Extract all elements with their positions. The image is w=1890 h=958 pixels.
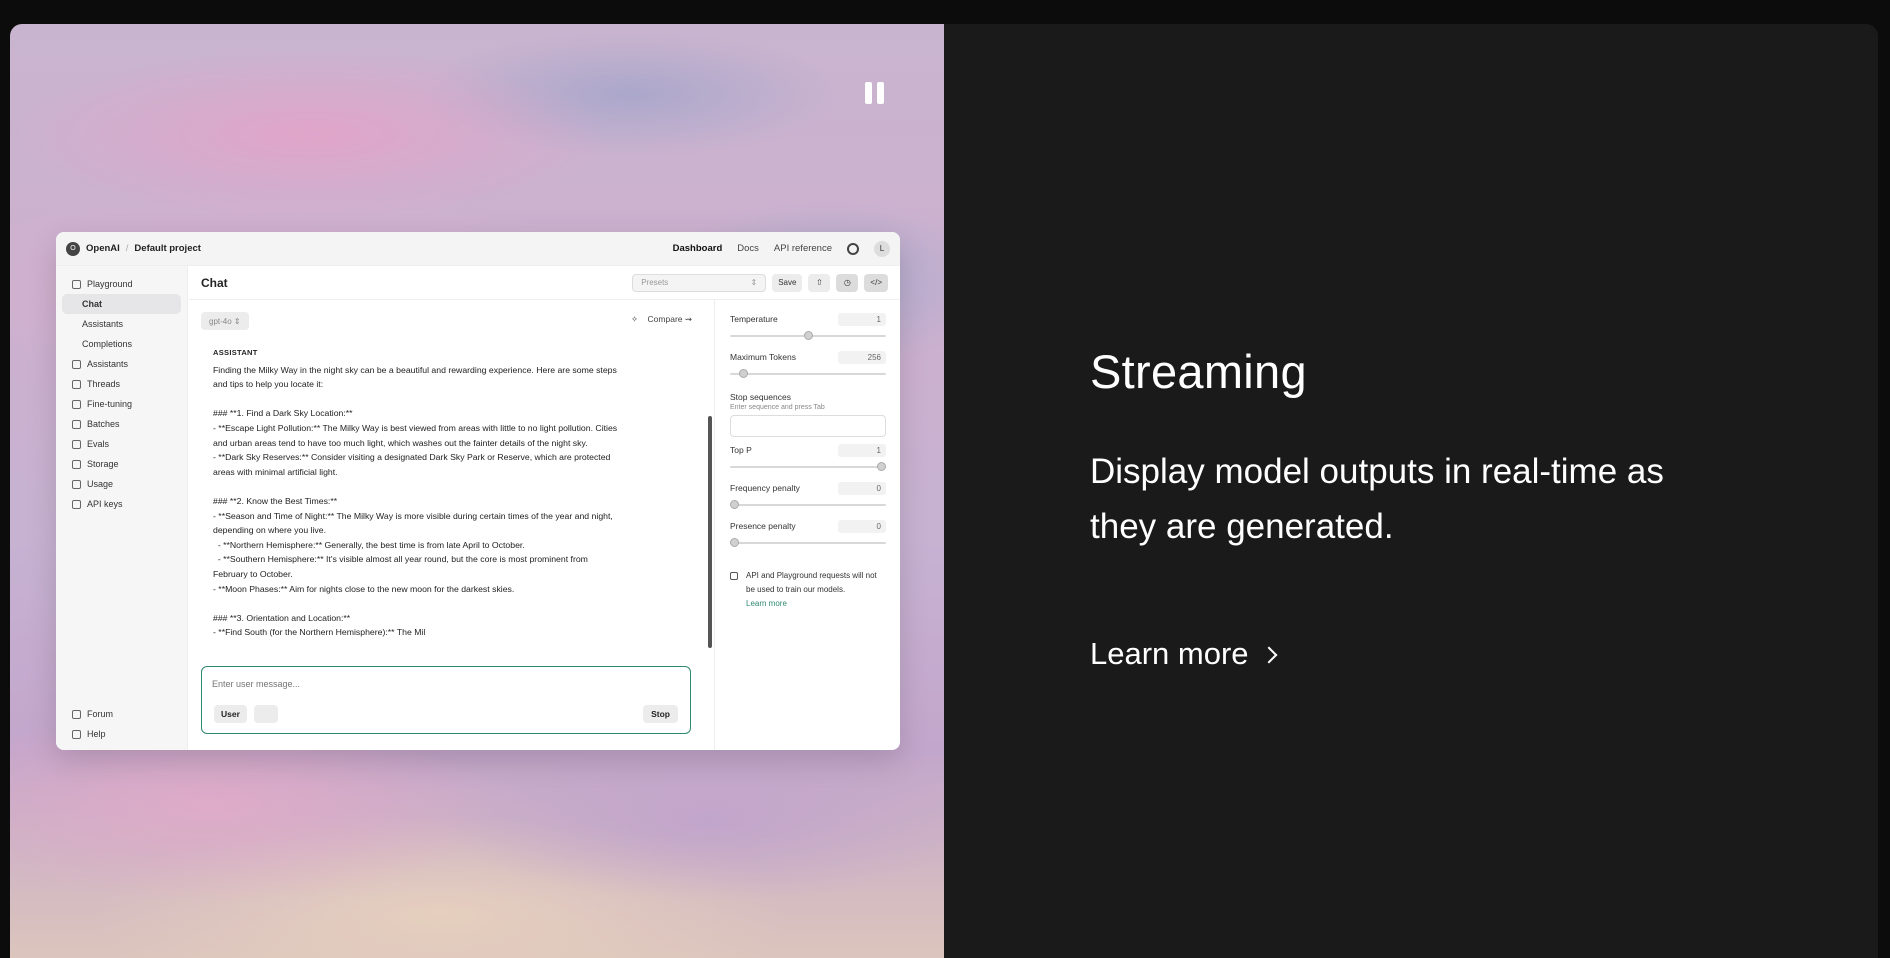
- notice-learn-more-link[interactable]: Learn more: [746, 599, 787, 608]
- feature-heading: Streaming: [1090, 345, 1307, 398]
- clear-icon[interactable]: ✧: [631, 314, 638, 324]
- stop-sequences: Stop sequences Enter sequence and press …: [730, 392, 886, 437]
- nav-docs[interactable]: Docs: [737, 243, 759, 254]
- attach-icon[interactable]: [254, 705, 278, 723]
- message-role: ASSISTANT: [213, 348, 258, 357]
- sidebar-item-fine-tuning[interactable]: Fine-tuning: [62, 394, 181, 414]
- evals-icon: [72, 439, 81, 449]
- slider-thumb[interactable]: [803, 331, 813, 340]
- chevron-right-icon: [1260, 646, 1278, 664]
- app-topbar: O OpenAI / Default project Dashboard Doc…: [56, 232, 900, 266]
- sidebar-item-playground[interactable]: Playground: [62, 274, 181, 294]
- temperature-value[interactable]: 1: [838, 313, 886, 326]
- sidebar: Playground Chat Assistants Completions A…: [56, 266, 188, 750]
- feature-card: O OpenAI / Default project Dashboard Doc…: [10, 24, 1878, 958]
- main-area: Chat Presets ⇕ Save ⇧ ◷ </> gpt-4o ⇕ ✧ Co…: [189, 266, 900, 750]
- slider-thumb[interactable]: [730, 500, 739, 509]
- usage-icon: [72, 479, 81, 489]
- presence-penalty-slider[interactable]: Presence penalty 0: [730, 520, 886, 559]
- sidebar-item-storage[interactable]: Storage: [62, 454, 181, 474]
- feature-description: Display model outputs in real-time as th…: [1090, 452, 1664, 546]
- chat-scrollbar[interactable]: [708, 416, 712, 648]
- artwork-background: O OpenAI / Default project Dashboard Doc…: [10, 24, 944, 958]
- temperature-slider[interactable]: Temperature 1: [730, 313, 886, 352]
- max-tokens-value[interactable]: 256: [838, 351, 886, 364]
- org-name[interactable]: OpenAI: [86, 243, 120, 254]
- max-tokens-slider[interactable]: Maximum Tokens 256: [730, 351, 886, 390]
- frequency-penalty-slider[interactable]: Frequency penalty 0: [730, 482, 886, 521]
- nav-dashboard[interactable]: Dashboard: [673, 243, 723, 254]
- frequency-penalty-value[interactable]: 0: [838, 482, 886, 495]
- sidebar-item-api-keys[interactable]: API keys: [62, 494, 181, 514]
- sidebar-item-help[interactable]: Help: [62, 724, 181, 744]
- presence-penalty-value[interactable]: 0: [838, 520, 886, 533]
- project-name[interactable]: Default project: [134, 243, 201, 254]
- learn-more-link[interactable]: Learn more: [1090, 636, 1278, 672]
- stop-sequences-input[interactable]: [730, 415, 886, 437]
- code-icon[interactable]: </>: [864, 273, 888, 292]
- playground-window: O OpenAI / Default project Dashboard Doc…: [56, 232, 900, 750]
- role-toggle-button[interactable]: User: [214, 705, 247, 723]
- slider-thumb[interactable]: [738, 369, 748, 378]
- sidebar-item-threads[interactable]: Threads: [62, 374, 181, 394]
- top-p-value[interactable]: 1: [838, 444, 886, 457]
- save-button[interactable]: Save: [772, 273, 803, 292]
- fine-tuning-icon: [72, 399, 81, 409]
- stop-button[interactable]: Stop: [643, 705, 678, 723]
- sidebar-item-assistants[interactable]: Assistants: [62, 354, 181, 374]
- model-select[interactable]: gpt-4o ⇕: [201, 312, 249, 330]
- share-icon[interactable]: ⇧: [808, 273, 831, 292]
- slider-thumb[interactable]: [730, 538, 739, 547]
- sidebar-item-batches[interactable]: Batches: [62, 414, 181, 434]
- page: O OpenAI / Default project Dashboard Doc…: [0, 0, 1890, 958]
- key-icon: [72, 499, 81, 509]
- help-icon: [72, 729, 81, 739]
- lock-icon: [730, 572, 738, 580]
- message-list: ASSISTANT Finding the Milky Way in the n…: [213, 346, 681, 640]
- user-message-input[interactable]: [212, 679, 512, 689]
- threads-icon: [72, 379, 81, 389]
- sidebar-item-completions[interactable]: Completions: [62, 334, 181, 354]
- pause-icon: [865, 82, 872, 104]
- parameters-panel: Temperature 1 Maximum Tokens 256 Stop se…: [716, 300, 900, 750]
- openai-logo-icon: O: [66, 241, 80, 256]
- sidebar-item-evals[interactable]: Evals: [62, 434, 181, 454]
- assistants-icon: [72, 359, 81, 369]
- assistant-message: Finding the Milky Way in the night sky c…: [213, 364, 618, 638]
- avatar[interactable]: L: [874, 240, 890, 257]
- compare-button[interactable]: ✧ Compare ⇝: [631, 314, 692, 325]
- chevron-updown-icon: ⇕: [750, 278, 758, 287]
- message-composer: User Stop: [201, 666, 691, 734]
- sidebar-item-forum[interactable]: Forum: [62, 704, 181, 724]
- history-icon[interactable]: ◷: [836, 273, 859, 292]
- sidebar-item-usage[interactable]: Usage: [62, 474, 181, 494]
- pause-button[interactable]: [863, 82, 887, 108]
- storage-icon: [72, 459, 81, 469]
- presets-select[interactable]: Presets ⇕: [632, 273, 767, 292]
- slider-thumb[interactable]: [877, 462, 886, 471]
- gear-icon[interactable]: [847, 242, 859, 255]
- chat-header: Chat Presets ⇕ Save ⇧ ◷ </>: [189, 266, 900, 300]
- chat-panel: gpt-4o ⇕ ✧ Compare ⇝ ASSISTANT Finding t…: [189, 300, 715, 750]
- sidebar-item-assistants-sub[interactable]: Assistants: [62, 314, 181, 334]
- page-title: Chat: [201, 275, 228, 290]
- nav-api-reference[interactable]: API reference: [774, 243, 832, 254]
- privacy-notice: API and Playground requests will not be …: [730, 569, 886, 611]
- batches-icon: [72, 419, 81, 429]
- sidebar-item-chat[interactable]: Chat: [62, 294, 181, 314]
- playground-icon: [72, 279, 81, 289]
- top-p-slider[interactable]: Top P 1: [730, 444, 886, 483]
- forum-icon: [72, 709, 81, 719]
